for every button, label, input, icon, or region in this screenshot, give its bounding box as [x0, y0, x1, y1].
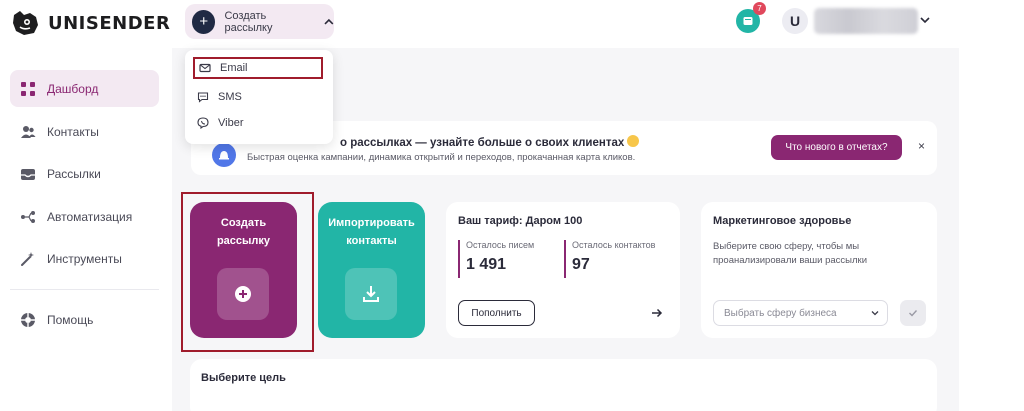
tile-label: Создать рассылку	[216, 217, 271, 247]
tariff-title: Ваш тариф: Даром 100	[458, 215, 583, 227]
sidebar-item-campaigns[interactable]: Рассылки	[10, 155, 159, 192]
brand-name: UNISENDER	[48, 12, 171, 34]
contacts-left-stat: Осталось контактов 97	[564, 240, 655, 278]
chevron-down-icon[interactable]	[920, 15, 930, 25]
check-icon	[909, 310, 918, 317]
arrow-right-button[interactable]	[645, 301, 669, 325]
avatar[interactable]: U	[782, 8, 808, 34]
download-icon	[363, 286, 379, 302]
viber-icon	[197, 117, 209, 129]
bell-icon	[212, 143, 236, 167]
dropdown-item-label: SMS	[218, 91, 242, 103]
banner-title-text: о рассылках — узнайте больше о своих кли…	[340, 137, 625, 149]
create-campaign-label: Создать рассылку	[224, 9, 273, 34]
magic-wand-icon	[21, 251, 34, 266]
create-campaign-button[interactable]: + Создать рассылку	[185, 4, 334, 39]
plus-icon: +	[192, 9, 216, 34]
envelope-icon	[199, 63, 211, 73]
dropdown-item-email[interactable]: Email	[193, 57, 323, 79]
sidebar-item-dashboard[interactable]: Дашборд	[10, 70, 159, 107]
letters-left-stat: Осталось писем 1 491	[458, 240, 534, 278]
mailbox-icon	[21, 168, 35, 180]
whats-new-reports-button[interactable]: Что нового в отчетах?	[771, 135, 902, 160]
close-icon[interactable]: ×	[918, 139, 925, 153]
stat-label: Осталось контактов	[572, 240, 656, 250]
dropdown-item-viber[interactable]: Viber	[193, 112, 323, 134]
sidebar-item-automation[interactable]: Автоматизация	[10, 198, 159, 235]
sidebar: UNISENDER Дашборд Контакты Рассылки Авто…	[0, 0, 172, 411]
sms-icon	[197, 92, 209, 103]
logo[interactable]: UNISENDER	[10, 9, 170, 37]
sidebar-item-tools[interactable]: Инструменты	[10, 240, 159, 277]
sidebar-item-label: Автоматизация	[47, 209, 133, 224]
message-icon	[743, 17, 753, 25]
business-sphere-select[interactable]: Выбрать сферу бизнеса	[713, 300, 888, 326]
tariff-card: Ваш тариф: Даром 100 Осталось писем 1 49…	[446, 202, 680, 338]
choose-goal-card: Выберите цель	[190, 359, 937, 411]
sidebar-divider	[10, 289, 159, 290]
stat-value: 97	[572, 256, 590, 273]
plus-circle-icon	[235, 286, 251, 302]
sidebar-item-contacts[interactable]: Контакты	[10, 113, 159, 150]
arrow-right-icon	[652, 308, 663, 318]
right-margin	[959, 0, 1024, 411]
dog-logo-icon	[13, 11, 38, 35]
tile-label: Импортировать контакты	[328, 217, 415, 247]
chevron-up-icon	[324, 18, 334, 25]
create-campaign-tile[interactable]: Создать рассылку	[190, 202, 297, 338]
users-icon	[21, 125, 36, 138]
tile-icon-box	[345, 268, 397, 320]
sidebar-item-label: Рассылки	[47, 166, 101, 181]
select-placeholder: Выбрать сферу бизнеса	[724, 307, 837, 319]
lifebuoy-icon	[21, 312, 35, 327]
dropdown-item-sms[interactable]: SMS	[193, 86, 323, 108]
smile-emoji-icon	[627, 135, 640, 147]
marketing-health-card: Маркетинговое здоровье Выберите свою сфе…	[701, 202, 937, 338]
sidebar-item-help[interactable]: Помощь	[10, 301, 159, 338]
sidebar-item-label: Помощь	[47, 312, 94, 327]
health-title: Маркетинговое здоровье	[713, 215, 852, 227]
topbar: + Создать рассылку 7 U	[172, 0, 959, 48]
import-contacts-tile[interactable]: Импортировать контакты	[318, 202, 425, 338]
sidebar-item-label: Дашборд	[47, 81, 99, 96]
stat-value: 1 491	[466, 256, 507, 273]
stat-label: Осталось писем	[466, 240, 535, 250]
banner-title: о рассылках — узнайте больше о своих кли…	[340, 135, 640, 149]
chevron-down-icon	[871, 311, 879, 316]
dropdown-item-label: Email	[220, 62, 248, 74]
banner-subtitle: Быстрая оценка кампании, динамика открыт…	[247, 152, 636, 163]
confirm-sphere-button[interactable]	[900, 300, 926, 326]
flow-icon	[21, 210, 35, 223]
tile-icon-box	[217, 268, 269, 320]
dropdown-item-label: Viber	[218, 117, 244, 129]
create-campaign-dropdown: Email SMS Viber	[185, 50, 333, 144]
health-description: Выберите свою сферу, чтобы мы проанализи…	[713, 241, 868, 266]
sidebar-item-label: Инструменты	[47, 251, 122, 266]
user-name-redacted[interactable]	[814, 8, 918, 34]
topup-button[interactable]: Пополнить	[458, 300, 535, 326]
sidebar-item-label: Контакты	[47, 124, 99, 139]
notifications-badge: 7	[753, 2, 766, 15]
grid-icon	[21, 81, 35, 96]
goal-title: Выберите цель	[201, 372, 286, 384]
